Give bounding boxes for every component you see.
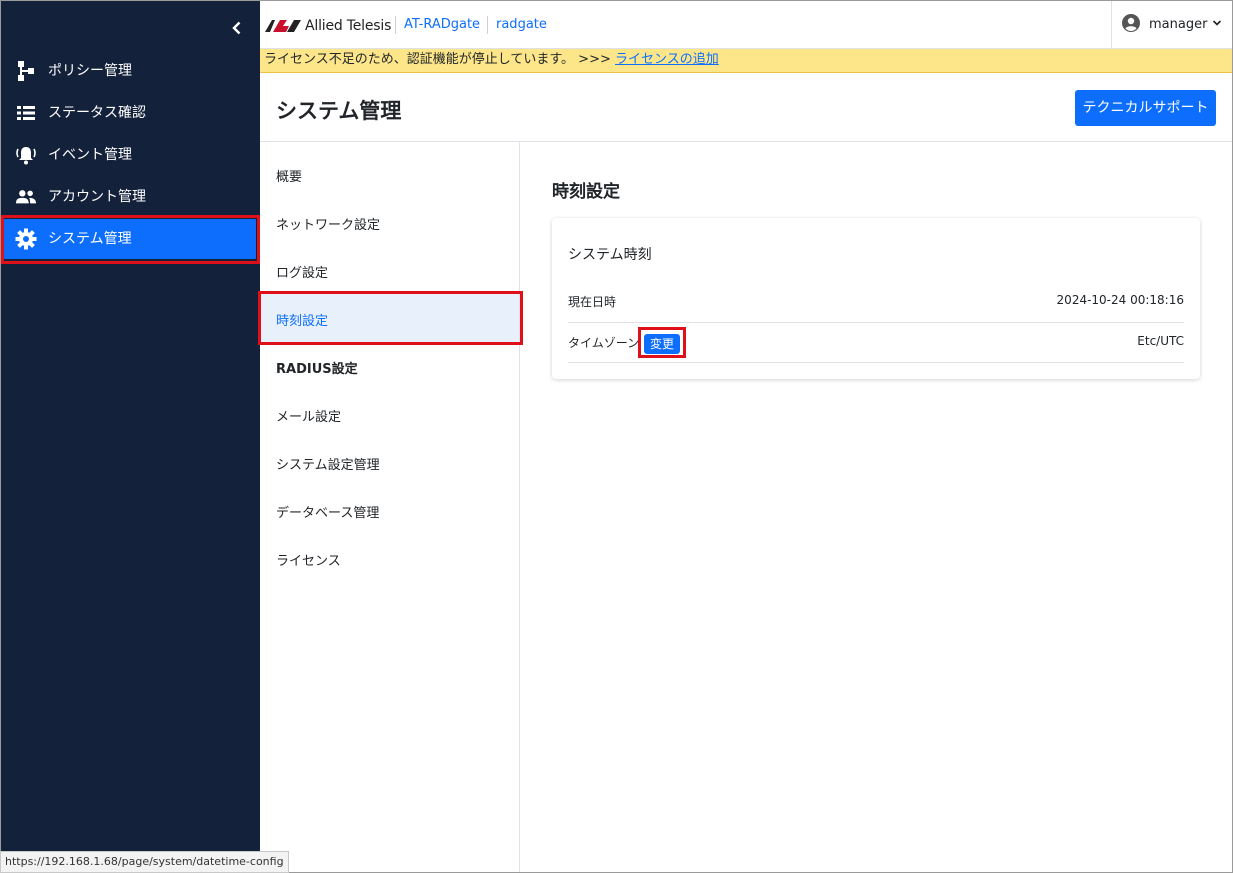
submenu-item-database[interactable]: データベース管理 [260,486,519,534]
sidebar-item-label: システム管理 [48,231,132,247]
divider [395,16,396,34]
submenu-item-label: ネットワーク設定 [276,218,381,233]
top-bar: Allied Telesis AT-RADgate radgate manage… [260,1,1232,49]
sidebar-item-label: ポリシー管理 [48,63,132,79]
submenu-item-label: RADIUS設定 [276,362,358,377]
current-datetime-value: 2024-10-24 00:18:16 [1056,293,1184,307]
sidebar-item-status[interactable]: ステータス確認 [1,92,260,134]
people-icon [15,186,37,208]
row-key: 現在日時 [568,295,617,309]
sidebar-item-accounts[interactable]: アカウント管理 [1,176,260,218]
submenu-item-label: システム設定管理 [276,458,380,473]
brand-logo[interactable]: Allied Telesis [265,17,391,35]
submenu-item-overview[interactable]: 概要 [260,150,519,198]
user-name: manager [1149,17,1208,32]
timezone-value: Etc/UTC [1137,334,1184,348]
collapse-sidebar-button[interactable] [227,15,247,41]
gear-icon [15,228,37,250]
sidebar-item-label: ステータス確認 [48,105,146,121]
sidebar-item-events[interactable]: イベント管理 [1,134,260,176]
submenu-item-license[interactable]: ライセンス [260,534,519,582]
submenu-item-datetime[interactable]: 時刻設定 [260,294,519,342]
list-icon [15,102,37,124]
row-key: タイムゾーン [568,336,640,350]
submenu-item-mail[interactable]: メール設定 [260,390,519,438]
status-bar-url: https://192.168.1.68/page/system/datetim… [0,851,289,873]
brand-name: Allied Telesis [305,18,392,34]
chevron-left-icon [232,21,241,35]
submenu-item-log[interactable]: ログ設定 [260,246,519,294]
section-title: 時刻設定 [552,182,620,202]
submenu-item-radius[interactable]: RADIUS設定 [260,342,519,390]
allied-telesis-logo-icon [265,20,301,32]
submenu-item-label: ログ設定 [276,266,329,281]
technical-support-button[interactable]: テクニカルサポート [1075,90,1216,126]
sidebar-item-label: アカウント管理 [48,189,146,205]
divider [487,16,488,34]
timezone-row: タイムゾーン 変更 Etc/UTC [568,322,1184,363]
add-license-link[interactable]: ライセンスの追加 [615,52,719,67]
bell-icon [15,144,37,166]
product-link[interactable]: AT-RADgate [404,17,480,32]
submenu-item-config-management[interactable]: システム設定管理 [260,438,519,486]
policy-tree-icon [15,60,37,82]
chevron-down-icon [1212,20,1222,26]
datetime-row: 現在日時 2024-10-24 00:18:16 [568,282,1184,323]
user-avatar-icon [1122,14,1140,32]
submenu-item-label: データベース管理 [276,506,380,521]
license-warning-banner: ライセンス不足のため、認証機能が停止しています。 >>> ライセンスの追加 [260,49,1232,73]
submenu-item-network[interactable]: ネットワーク設定 [260,198,519,246]
sidebar-item-system[interactable]: システム管理 [4,219,256,259]
submenu-item-label: ライセンス [276,554,341,569]
sidebar: ポリシー管理 ステータス確認 イベント管理 アカウント管理 システム管理 [1,1,260,872]
sidebar-item-label: イベント管理 [48,147,132,163]
card-title: システム時刻 [568,247,652,263]
submenu-item-label: 時刻設定 [276,314,329,329]
submenu-item-label: 概要 [276,170,303,185]
host-link[interactable]: radgate [496,17,547,32]
page-title: システム管理 [276,99,402,123]
system-submenu: 概要 ネットワーク設定 ログ設定 時刻設定 RADIUS設定 メール設定 システ… [260,142,520,872]
submenu-item-label: メール設定 [276,410,342,425]
user-menu[interactable]: manager [1111,1,1232,48]
sidebar-item-policy[interactable]: ポリシー管理 [1,50,260,92]
change-timezone-button[interactable]: 変更 [644,334,680,354]
banner-message: ライセンス不足のため、認証機能が停止しています。 >>> [264,52,611,67]
system-time-card: システム時刻 現在日時 2024-10-24 00:18:16 タイムゾーン 変… [552,218,1200,379]
